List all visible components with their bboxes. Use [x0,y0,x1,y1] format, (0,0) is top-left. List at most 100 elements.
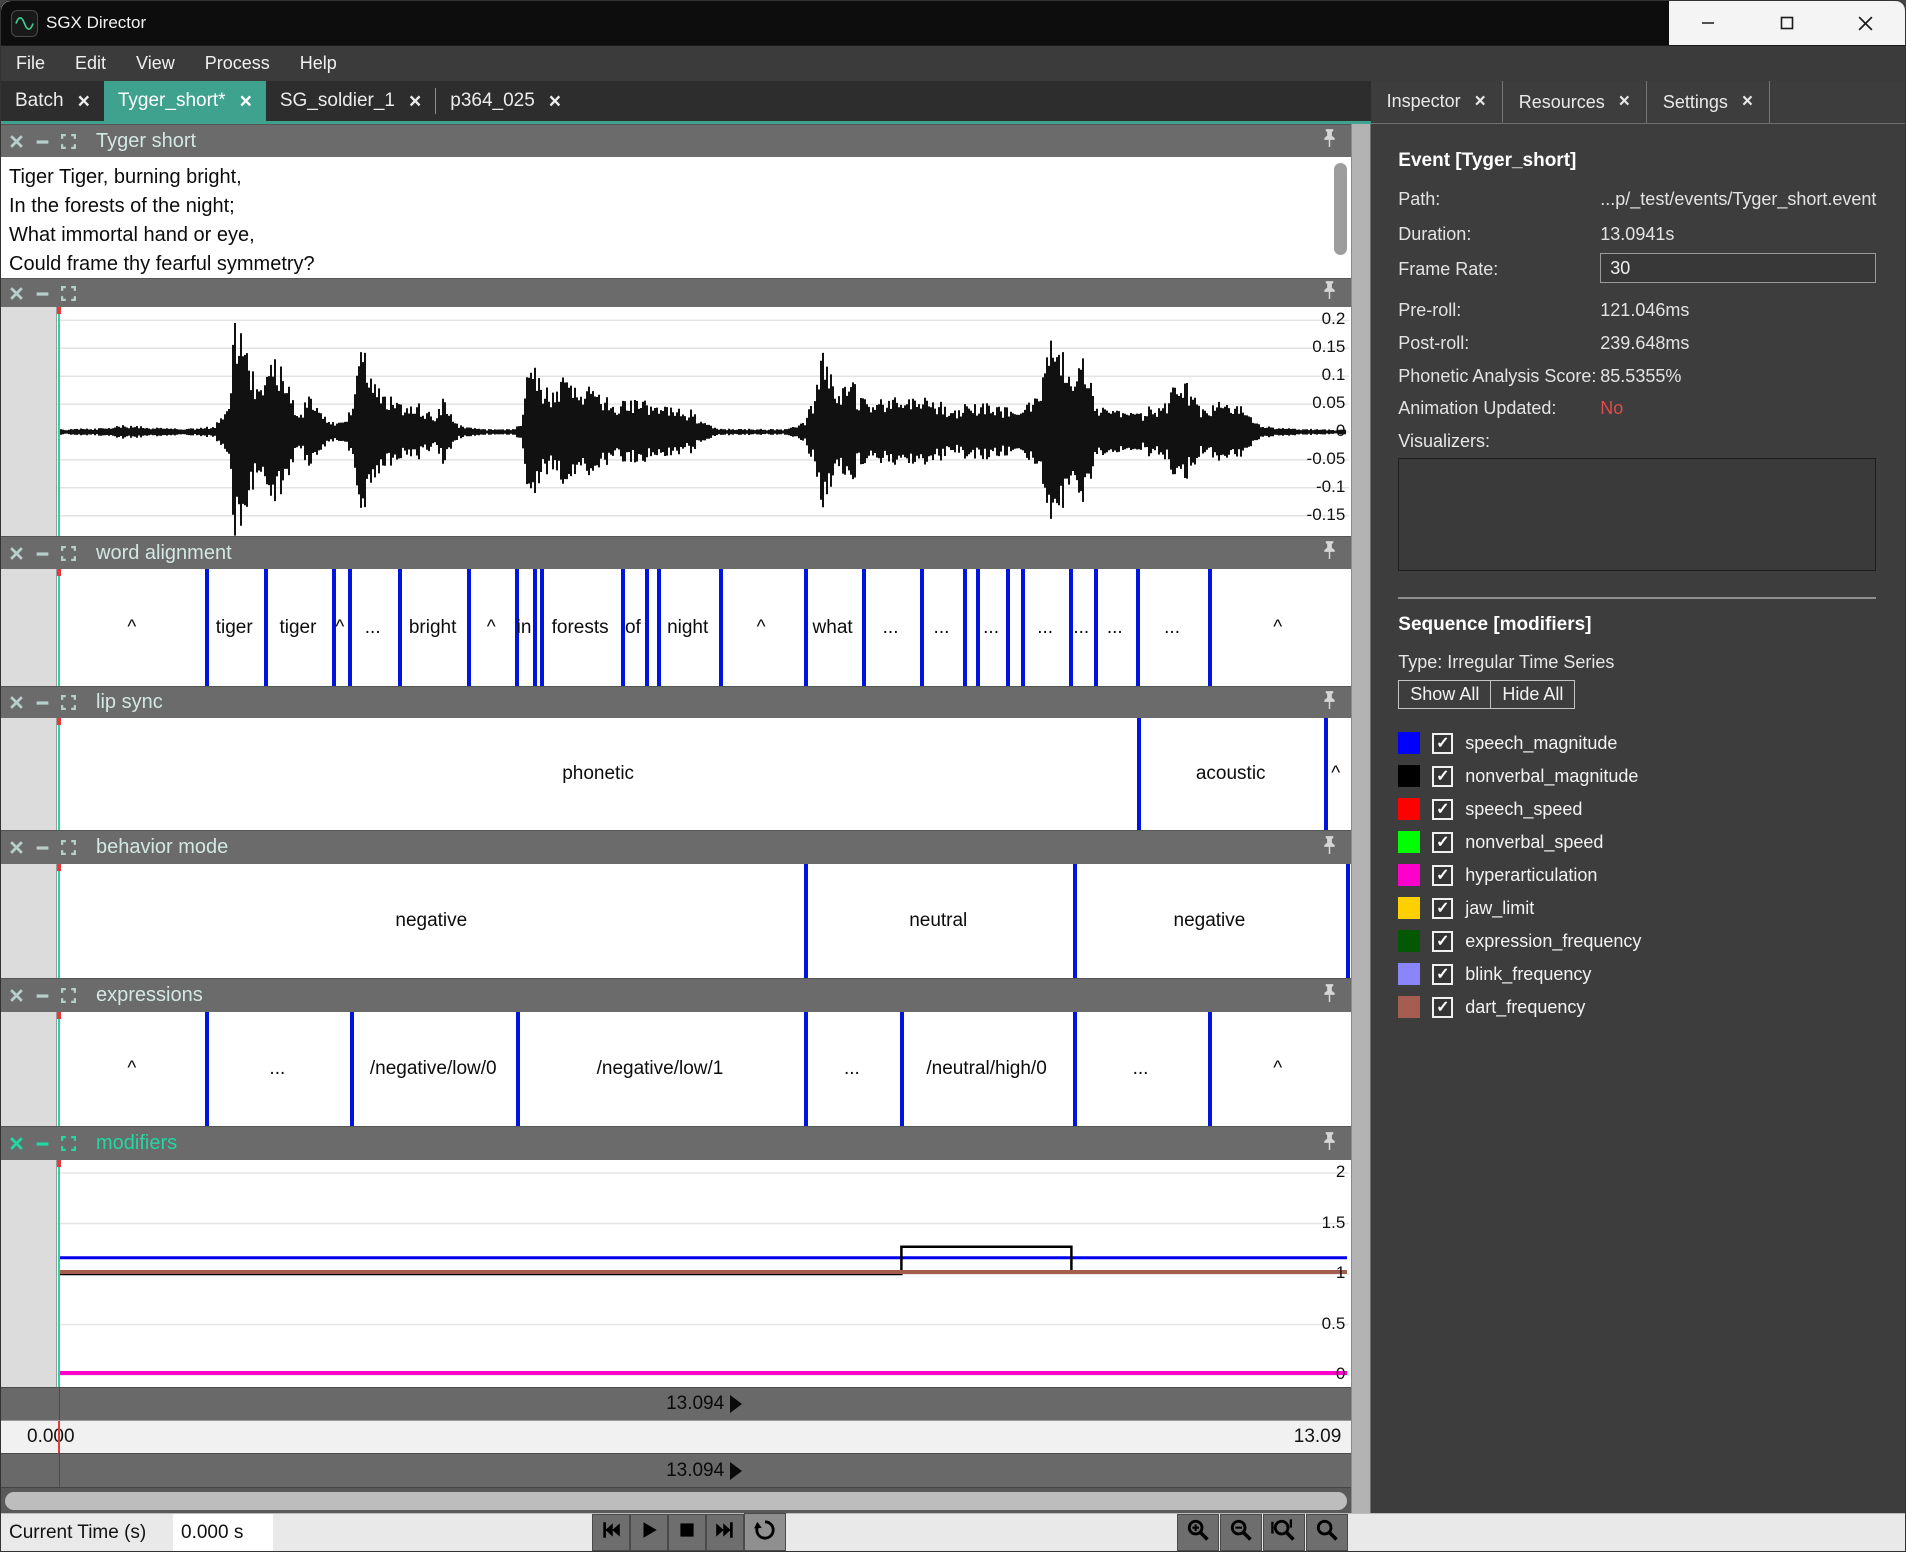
modifiers-plot[interactable] [57,1160,1349,1387]
panel-header-behavior-mode[interactable]: behavior mode [1,830,1351,864]
checkbox-nonverbal_speed[interactable]: ✓ [1432,832,1453,853]
expand-icon[interactable] [61,1136,76,1151]
checkbox-expression_frequency[interactable]: ✓ [1432,931,1453,952]
pin-icon[interactable] [1322,1132,1337,1151]
pin-icon[interactable] [1322,129,1337,148]
checkbox-jaw_limit[interactable]: ✓ [1432,898,1453,919]
panel-content-waveform[interactable]: 0.20.150.10.050-0.05-0.1-0.15 [1,307,1351,536]
panel-content-word-alignment[interactable]: ^tigertiger^...bright^inforestsofnight^w… [1,569,1351,686]
word-alignment-track[interactable]: ^tigertiger^...bright^inforestsofnight^w… [59,569,1347,686]
panel-content-script[interactable]: Tiger Tiger, burning bright,In the fores… [1,157,1351,278]
sidebar-tab-resources[interactable]: Resources× [1503,81,1647,123]
minimize-icon[interactable] [35,546,50,561]
stop-button[interactable] [668,1514,706,1551]
menu-help[interactable]: Help [285,46,352,81]
menu-edit[interactable]: Edit [60,46,121,81]
zoom-out-button[interactable] [1220,1514,1262,1551]
close-tab-icon[interactable]: × [1475,91,1486,113]
close-icon[interactable] [9,546,24,561]
show-all-button[interactable]: Show All [1398,680,1491,709]
panel-content-modifiers[interactable]: 21.510.50 [1,1160,1351,1387]
menu-view[interactable]: View [121,46,190,81]
segment-boundary[interactable] [1006,569,1010,686]
playhead[interactable] [58,1160,60,1387]
playhead[interactable] [58,307,60,536]
pin-icon[interactable] [1322,281,1337,300]
menu-file[interactable]: File [1,46,60,81]
panel-header-lip-sync[interactable]: lip sync [1,686,1351,718]
playhead[interactable] [58,718,60,830]
close-tab-icon[interactable]: × [240,91,252,112]
pin-icon[interactable] [1322,691,1337,710]
playhead[interactable] [58,1012,60,1126]
lip-sync-track[interactable]: phoneticacoustic^ [59,718,1347,830]
vertical-scrollbar[interactable] [1352,124,1371,1515]
pin-icon[interactable] [1322,984,1337,1003]
minimize-icon[interactable] [35,134,50,149]
segment-boundary[interactable] [1346,864,1350,978]
frame-rate-input[interactable]: 30 [1600,253,1876,283]
hide-all-button[interactable]: Hide All [1491,680,1575,709]
pin-icon[interactable] [1322,541,1337,560]
loop-button[interactable] [744,1513,786,1551]
minimize-icon[interactable] [35,695,50,710]
checkbox-hyperarticulation[interactable]: ✓ [1432,865,1453,886]
checkbox-blink_frequency[interactable]: ✓ [1432,964,1453,985]
close-icon[interactable] [9,134,24,149]
waveform-plot[interactable] [57,307,1349,536]
expand-icon[interactable] [61,695,76,710]
panel-header-expressions[interactable]: expressions [1,978,1351,1012]
close-tab-icon[interactable]: × [549,91,561,112]
doc-tab-p364_025[interactable]: p364_025× [436,81,575,121]
panel-content-expressions[interactable]: ^.../negative/low/0/negative/low/1.../ne… [1,1012,1351,1126]
close-icon[interactable] [9,286,24,301]
expressions-track[interactable]: ^.../negative/low/0/negative/low/1.../ne… [59,1012,1347,1126]
skip-end-button[interactable] [706,1514,744,1551]
zoom-in-button[interactable] [1177,1514,1219,1551]
close-icon[interactable] [9,840,24,855]
close-icon[interactable] [9,1136,24,1151]
sidebar-tab-settings[interactable]: Settings× [1647,81,1770,123]
expand-icon[interactable] [61,286,76,301]
behavior-mode-track[interactable]: negativeneutralnegative [59,864,1347,978]
minimize-icon[interactable] [35,840,50,855]
minimize-icon[interactable] [35,286,50,301]
doc-tab-Tyger_short-[interactable]: Tyger_short*× [104,81,266,121]
segment-boundary[interactable] [533,569,537,686]
skip-start-button[interactable] [592,1514,630,1551]
sidebar-tab-inspector[interactable]: Inspector× [1371,81,1503,123]
doc-tab-SG_soldier_1[interactable]: SG_soldier_1× [266,81,435,121]
duration-bar-bottom[interactable]: 13.094 [1,1453,1351,1487]
minimize-icon[interactable] [35,1136,50,1151]
checkbox-speech_speed[interactable]: ✓ [1432,799,1453,820]
expand-icon[interactable] [61,988,76,1003]
play-button[interactable] [630,1514,668,1551]
maximize-window-icon[interactable] [1764,6,1810,40]
segment-boundary[interactable] [963,569,967,686]
horizontal-scrollbar[interactable] [1,1487,1351,1515]
panel-header-waveform[interactable] [1,278,1351,307]
zoom-button[interactable] [1306,1514,1348,1551]
close-icon[interactable] [9,988,24,1003]
playhead[interactable] [58,864,60,978]
menu-process[interactable]: Process [190,46,285,81]
panel-header-word-alignment[interactable]: word alignment [1,536,1351,569]
close-tab-icon[interactable]: × [1619,91,1630,113]
minimize-icon[interactable] [35,988,50,1003]
zoom-limits-button[interactable] [1263,1514,1305,1551]
current-time-value[interactable]: 0.000 s [173,1514,273,1551]
pin-icon[interactable] [1322,836,1337,855]
script-text[interactable]: Tiger Tiger, burning bright,In the fores… [1,157,1351,278]
checkbox-speech_magnitude[interactable]: ✓ [1432,733,1453,754]
duration-bar-top[interactable]: 13.094 [1,1387,1351,1420]
panel-header-modifiers[interactable]: modifiers [1,1126,1351,1160]
doc-tab-Batch[interactable]: Batch× [1,81,104,121]
playhead[interactable] [58,569,60,686]
close-tab-icon[interactable]: × [1742,91,1753,113]
checkbox-nonverbal_magnitude[interactable]: ✓ [1432,766,1453,787]
script-scrollbar-thumb[interactable] [1334,163,1347,255]
panel-content-lip-sync[interactable]: phoneticacoustic^ [1,718,1351,830]
segment-boundary[interactable] [645,569,649,686]
expand-icon[interactable] [61,546,76,561]
minimize-window-icon[interactable] [1685,6,1731,40]
